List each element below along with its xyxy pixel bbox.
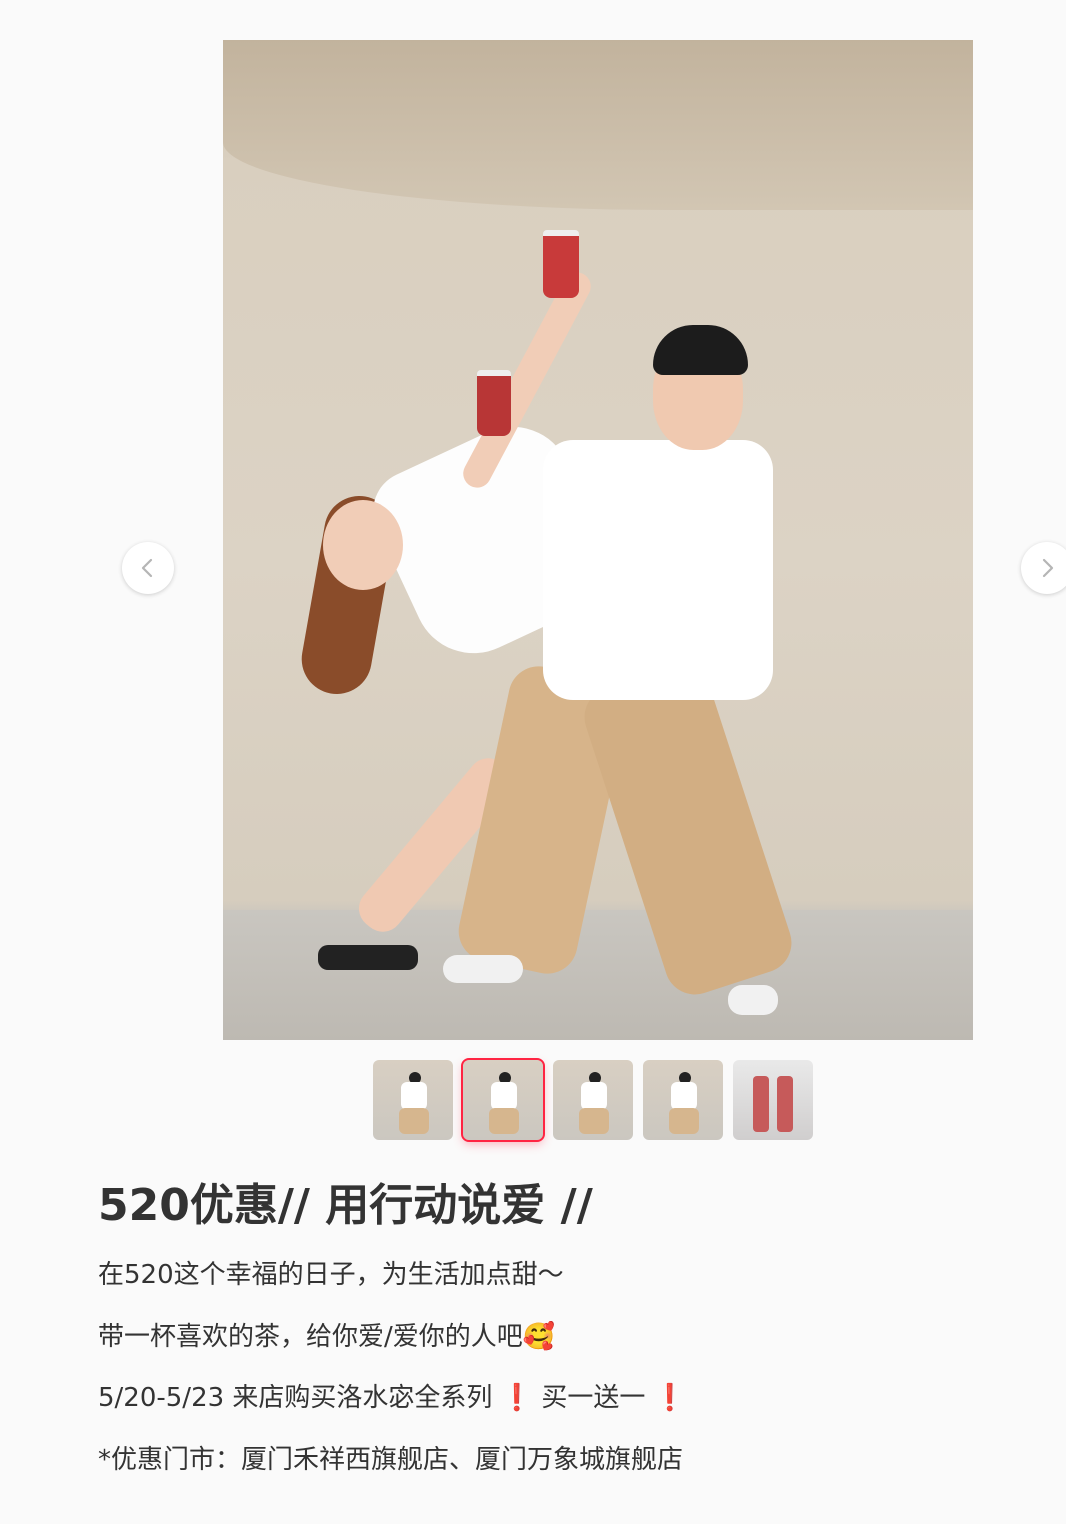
chevron-right-icon (1042, 558, 1054, 578)
post-title: 520优惠// 用行动说爱 // (98, 1180, 593, 1231)
post-line-1: 在520这个幸福的日子，为生活加点甜～ (98, 1259, 564, 1290)
thumb-figure (671, 1082, 697, 1110)
thumb-figure (491, 1082, 517, 1110)
drink-cup-shape (477, 370, 511, 436)
thumb-figure (399, 1108, 429, 1134)
chevron-left-icon (141, 558, 153, 578)
man-shoe-shape (443, 955, 523, 983)
man-shirt-shape (543, 440, 773, 700)
thumb-figure (581, 1082, 607, 1110)
watermark: 小红书 (575, 532, 621, 550)
post-line-2: 带一杯喜欢的茶，给你爱/爱你的人吧🥰 (98, 1321, 978, 1355)
thumbnail-2-active[interactable] (461, 1058, 545, 1142)
post-line-2-text: 带一杯喜欢的茶，给你爱/爱你的人吧 (98, 1321, 523, 1352)
image-floor (223, 910, 973, 1040)
bogo-text: 买一送一 (541, 1383, 646, 1414)
thumb-figure (401, 1082, 427, 1110)
post-content: 520优惠// 用行动说爱 // 在520这个幸福的日子，为生活加点甜～ 带一杯… (98, 1180, 978, 1506)
thumb-bottle (753, 1076, 769, 1132)
thumb-figure (489, 1108, 519, 1134)
thumb-figure (579, 1108, 609, 1134)
post-line-3-text: 5/20-5/23 来店购买洛水宓全系列 (98, 1383, 493, 1414)
next-image-button[interactable] (1021, 542, 1066, 594)
thumb-bottle (777, 1076, 793, 1132)
thumbnail-strip (373, 1058, 813, 1142)
man-hair-shape (653, 325, 748, 375)
post-line-3: 5/20-5/23 来店购买洛水宓全系列 ❗ 买一送一 ❗ (98, 1382, 978, 1416)
smiling-hearts-emoji: 🥰 (522, 1321, 556, 1352)
woman-head-shape (323, 500, 403, 590)
woman-shoe-shape (318, 945, 418, 970)
prev-image-button[interactable] (122, 542, 174, 594)
thumbnail-3[interactable] (553, 1060, 633, 1140)
drink-cup-shape (543, 230, 579, 298)
exclamation-icon: ❗ (500, 1383, 534, 1414)
post-line-4: *优惠门市：厦门禾祥西旗舰店、厦门万象城旗舰店 (98, 1445, 684, 1476)
thumbnail-1[interactable] (373, 1060, 453, 1140)
thumbnail-5[interactable] (733, 1060, 813, 1140)
exclamation-icon: ❗ (653, 1383, 686, 1414)
man-shoe-shape (728, 985, 778, 1015)
thumbnail-4[interactable] (643, 1060, 723, 1140)
thumb-figure (669, 1108, 699, 1134)
post-main-image[interactable]: 小红书 (223, 40, 973, 1040)
image-ceiling (223, 40, 973, 210)
